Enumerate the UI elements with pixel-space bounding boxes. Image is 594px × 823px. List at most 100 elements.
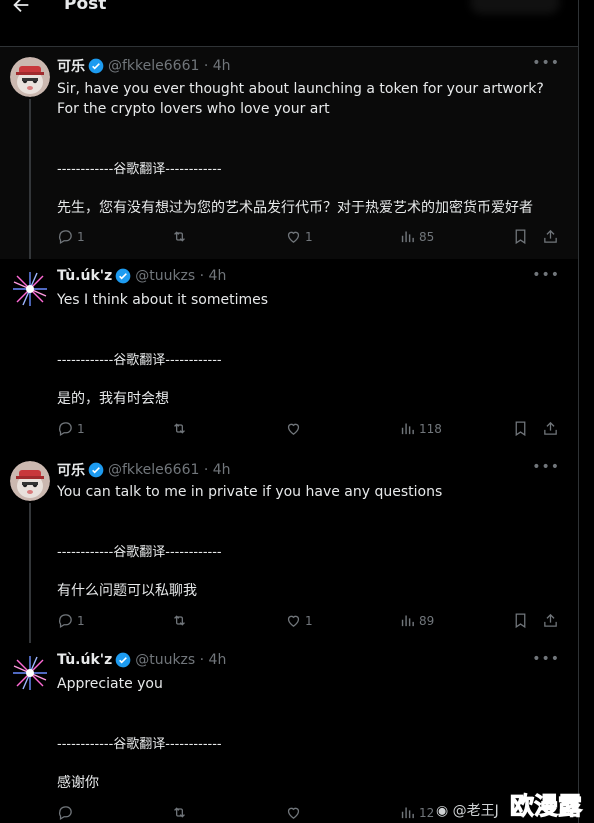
verified-badge-icon — [88, 462, 104, 478]
heart-icon — [287, 423, 300, 435]
translated-text: 先生，您有没有想过为您的艺术品发行代币？对于热爱艺术的加密货币爱好者 — [57, 200, 533, 216]
author-row: Tù.úk'z @tuukzs · 4h — [57, 652, 226, 668]
share-button[interactable] — [542, 612, 559, 629]
post-page: Post 可乐 @fkkele6661 · 4h ••• Sir, have y… — [0, 0, 578, 823]
verified-badge-icon — [115, 652, 131, 668]
like-button[interactable]: 1 — [285, 612, 313, 629]
handle-time[interactable]: @tuukzs · 4h — [135, 268, 226, 284]
reply-button[interactable]: 1 — [57, 612, 85, 629]
translation-divider: ------------谷歌翻译------------ — [57, 162, 222, 177]
heart-icon — [287, 807, 300, 819]
reply-button[interactable] — [57, 804, 74, 821]
tweet-text: Sir, have you ever thought about launchi… — [57, 81, 544, 117]
like-count: 1 — [305, 613, 313, 628]
page-title: Post — [64, 0, 107, 14]
reply-icon — [59, 806, 72, 821]
bookmark-icon — [515, 229, 526, 245]
views-icon — [401, 231, 414, 243]
logo-watermark: 欧漫露 — [510, 792, 583, 821]
translated-text: 感谢你 — [57, 775, 99, 791]
view-count: 12 — [419, 805, 435, 820]
reply-button[interactable]: 1 — [57, 420, 85, 437]
more-options-icon[interactable]: ••• — [532, 651, 560, 667]
reply-icon — [59, 230, 72, 245]
like-count: 1 — [305, 229, 313, 244]
share-icon — [544, 613, 557, 627]
retweet-button[interactable] — [171, 228, 188, 245]
avatar-kele[interactable] — [10, 461, 50, 501]
translation-divider: ------------谷歌翻译------------ — [57, 353, 222, 368]
bookmark-button[interactable] — [512, 612, 529, 629]
avatar-tuukz[interactable] — [10, 269, 50, 309]
tweet-text: Yes I think about it sometimes — [57, 292, 269, 308]
header-blur-decoration — [470, 0, 560, 14]
share-button[interactable] — [542, 228, 559, 245]
retweet-icon — [174, 807, 185, 818]
like-button[interactable]: 1 — [285, 228, 313, 245]
translated-text: 是的，我有时会想 — [57, 391, 169, 407]
retweet-button[interactable] — [171, 420, 188, 437]
thread-line — [29, 99, 31, 259]
views-icon — [401, 615, 414, 627]
translated-text: 有什么问题可以私聊我 — [57, 583, 197, 599]
retweet-button[interactable] — [171, 612, 188, 629]
avatar-tuukz[interactable] — [10, 653, 50, 693]
weibo-icon: ◉ — [436, 803, 449, 819]
retweet-icon — [174, 615, 185, 626]
views-button[interactable]: 12 — [399, 804, 434, 821]
translation-divider: ------------谷歌翻译------------ — [57, 737, 222, 752]
views-button[interactable]: 118 — [399, 420, 442, 437]
handle-time[interactable]: @fkkele6661 · 4h — [108, 58, 231, 74]
tweet-3[interactable]: 可乐 @fkkele6661 · 4h ••• You can talk to … — [0, 451, 578, 643]
reply-button[interactable]: 1 — [57, 228, 85, 245]
translation-divider: ------------谷歌翻译------------ — [57, 545, 222, 560]
thread-line — [29, 503, 31, 643]
display-name[interactable]: 可乐 — [57, 460, 85, 480]
like-button[interactable] — [285, 804, 302, 821]
share-icon — [544, 229, 557, 243]
verified-badge-icon — [88, 58, 104, 74]
tweet-4[interactable]: Tù.úk'z @tuukzs · 4h ••• Appreciate you … — [0, 643, 578, 823]
bookmark-icon — [515, 613, 526, 629]
share-button[interactable] — [542, 420, 559, 437]
reply-icon — [59, 614, 72, 629]
weibo-handle: @老王J — [452, 803, 499, 819]
handle-time[interactable]: @tuukzs · 4h — [135, 652, 226, 668]
back-arrow-icon[interactable] — [10, 0, 34, 18]
bookmark-icon — [515, 421, 526, 437]
heart-icon — [287, 615, 300, 627]
header: Post — [0, 0, 578, 47]
verified-badge-icon — [115, 268, 131, 284]
reply-count: 1 — [77, 613, 85, 628]
right-rail — [579, 0, 594, 823]
share-icon — [544, 421, 557, 435]
retweet-icon — [174, 423, 185, 434]
author-row: Tù.úk'z @tuukzs · 4h — [57, 268, 226, 284]
bookmark-button[interactable] — [512, 420, 529, 437]
more-options-icon[interactable]: ••• — [532, 55, 560, 71]
bookmark-button[interactable] — [512, 228, 529, 245]
views-icon — [401, 423, 414, 435]
more-options-icon[interactable]: ••• — [532, 459, 560, 475]
display-name[interactable]: 可乐 — [57, 56, 85, 76]
views-button[interactable]: 89 — [399, 612, 434, 629]
tweet-1[interactable]: 可乐 @fkkele6661 · 4h ••• Sir, have you ev… — [0, 47, 578, 259]
heart-icon — [287, 231, 300, 243]
tweet-2[interactable]: Tù.úk'z @tuukzs · 4h ••• Yes I think abo… — [0, 259, 578, 451]
views-button[interactable]: 85 — [399, 228, 434, 245]
retweet-button[interactable] — [171, 804, 188, 821]
like-button[interactable] — [285, 420, 302, 437]
avatar-kele[interactable] — [10, 57, 50, 97]
handle-time[interactable]: @fkkele6661 · 4h — [108, 462, 231, 478]
views-icon — [401, 807, 414, 819]
display-name[interactable]: Tù.úk'z — [57, 652, 112, 668]
tweet-text: Appreciate you — [57, 676, 163, 692]
reply-count: 1 — [77, 229, 85, 244]
view-count: 85 — [419, 229, 435, 244]
display-name[interactable]: Tù.úk'z — [57, 268, 112, 284]
retweet-icon — [174, 231, 185, 242]
tweet-text: You can talk to me in private if you hav… — [57, 484, 443, 500]
view-count: 118 — [419, 421, 442, 436]
author-row: 可乐 @fkkele6661 · 4h — [57, 460, 231, 480]
more-options-icon[interactable]: ••• — [532, 267, 560, 283]
